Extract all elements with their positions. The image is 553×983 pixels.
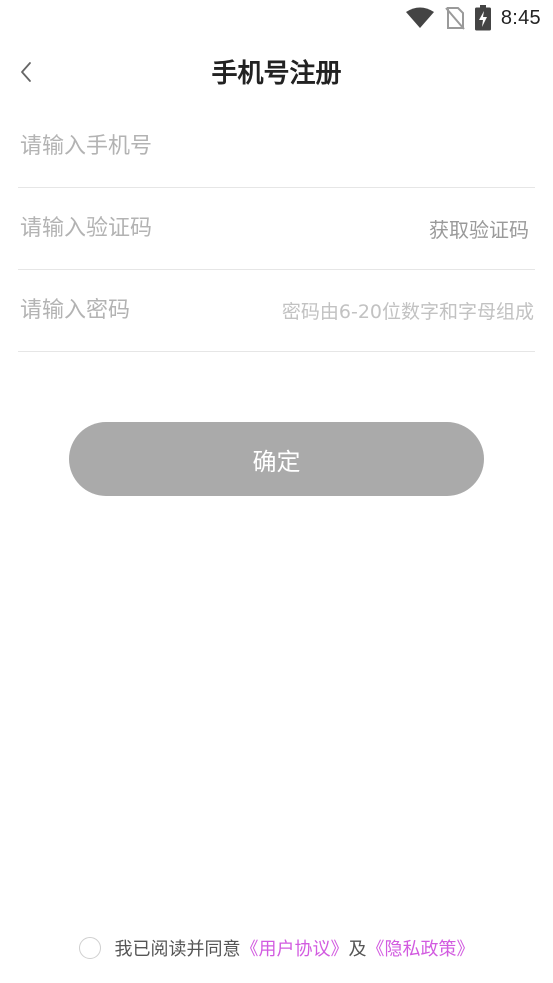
confirm-button[interactable]: 确定 [69,422,484,496]
phone-input[interactable] [18,126,535,167]
privacy-policy-link[interactable]: 《隐私政策》 [367,935,475,961]
nav-bar: 手机号注册 [0,38,553,108]
password-input[interactable] [18,290,282,331]
password-row: 密码由6-20位数字和字母组成 [18,270,535,352]
page-title: 手机号注册 [211,59,342,89]
code-row: 获取验证码 [18,188,535,270]
register-form: 获取验证码 密码由6-20位数字和字母组成 [18,106,535,352]
no-sim-icon [445,7,465,30]
agreement-row: 我已阅读并同意 《用户协议》 及 《隐私政策》 [0,930,553,966]
agreement-checkbox[interactable] [78,937,101,959]
status-bar: 8:45 [0,0,553,38]
status-icons: 8:45 [405,4,541,32]
user-agreement-link[interactable]: 《用户协议》 [241,935,349,961]
battery-charging-icon [474,5,491,31]
get-code-button[interactable]: 获取验证码 [429,214,529,243]
agreement-conjunction: 及 [348,939,367,960]
status-time: 8:45 [500,6,541,29]
agreement-prefix: 我已阅读并同意 [114,939,241,960]
password-hint: 密码由6-20位数字和字母组成 [281,301,534,323]
wifi-icon [405,7,434,28]
phone-row [18,106,535,188]
verification-code-input[interactable] [18,208,429,249]
